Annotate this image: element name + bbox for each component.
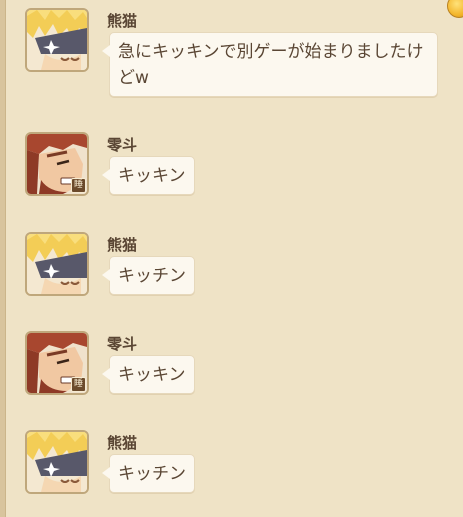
- sender-name: 熊猫: [107, 12, 138, 30]
- sender-name: 熊猫: [107, 434, 138, 452]
- message-bubble: キッキン: [102, 355, 195, 394]
- sender-name: 零斗: [107, 136, 138, 154]
- sleep-status-badge: 睡: [71, 377, 86, 392]
- sender-name: 熊猫: [107, 236, 138, 254]
- sleep-status-badge: 睡: [71, 178, 86, 193]
- message-bubble: キッチン: [102, 256, 195, 295]
- scroll-rail: [0, 0, 6, 517]
- redhead-character-avatar-icon[interactable]: 睡: [25, 132, 89, 196]
- blonde-character-avatar-icon[interactable]: [25, 8, 89, 72]
- blonde-character-avatar-icon[interactable]: [25, 430, 89, 494]
- gold-ornament-icon: [447, 0, 463, 18]
- sender-name: 零斗: [107, 335, 138, 353]
- blonde-character-avatar-icon[interactable]: [25, 232, 89, 296]
- message-bubble: キッチン: [102, 454, 195, 493]
- message-bubble: キッキン: [102, 156, 195, 195]
- message-bubble: 急にキッキンで別ゲーが始まりましたけどw: [102, 32, 438, 97]
- redhead-character-avatar-icon[interactable]: 睡: [25, 331, 89, 395]
- chat-log-panel[interactable]: 熊猫 急にキッキンで別ゲーが始まりましたけどw 睡 零斗 キッキン 熊猫 キッチ…: [0, 0, 463, 517]
